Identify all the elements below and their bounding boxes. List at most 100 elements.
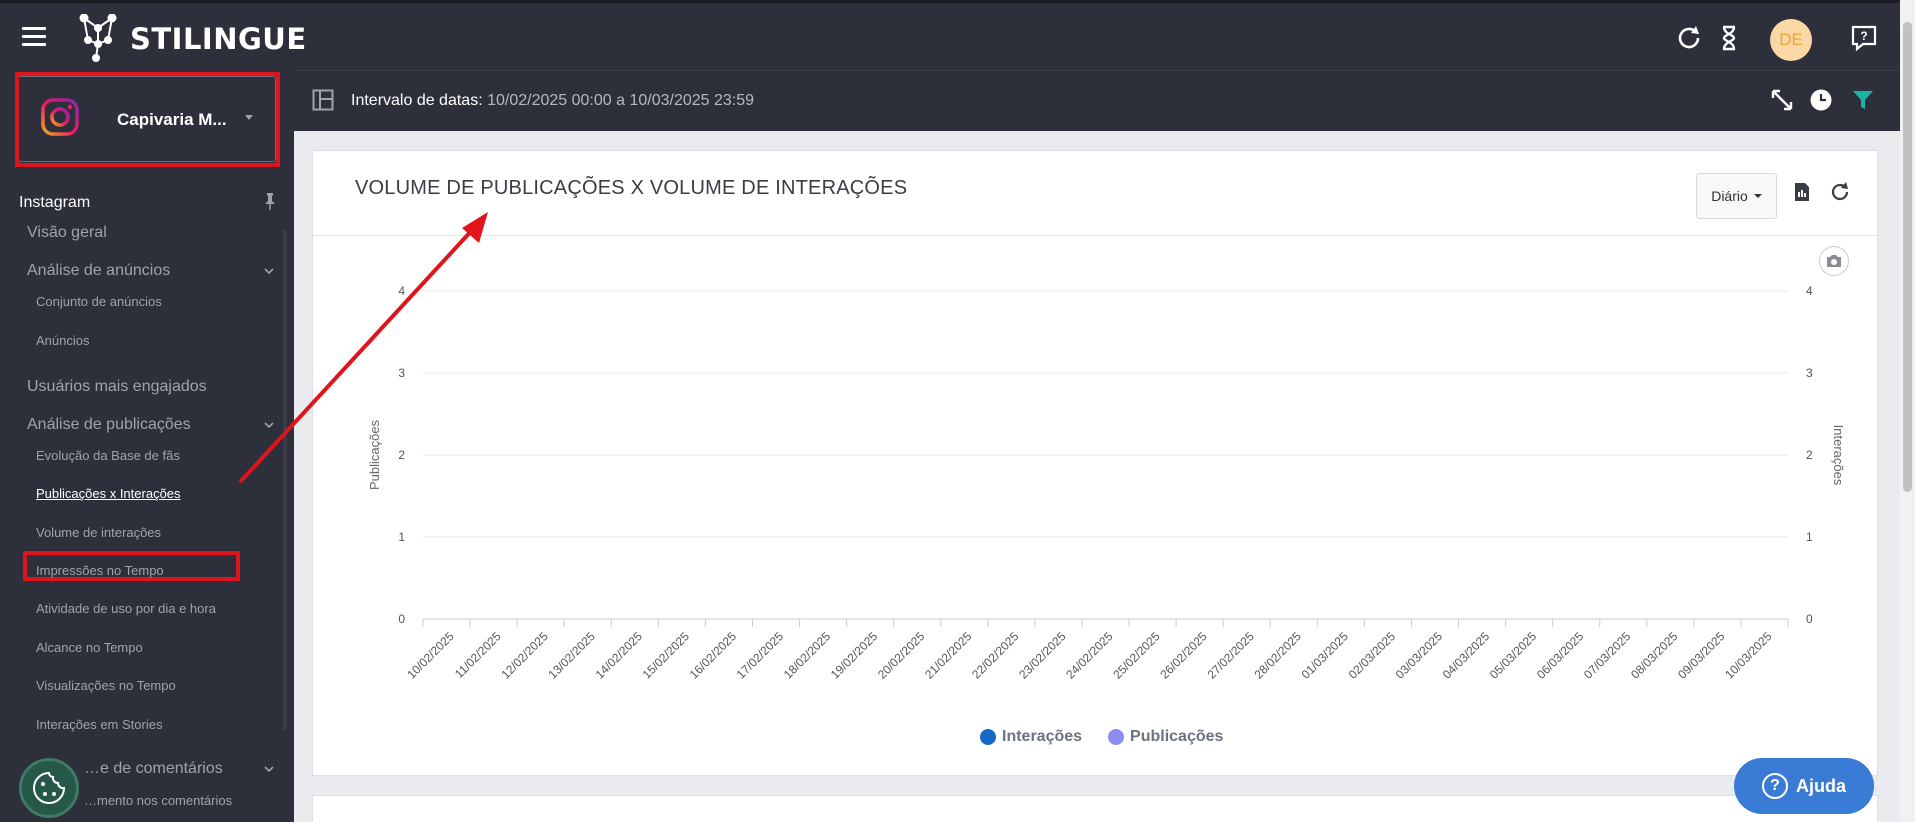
logo-text: STILINGUE <box>130 22 307 56</box>
x-tick-label: 15/02/2025 <box>640 629 693 682</box>
layout-icon[interactable] <box>312 89 334 111</box>
y-tick-label-right: 2 <box>1806 448 1813 462</box>
x-tick-label: 22/02/2025 <box>969 629 1022 682</box>
x-tick-label: 26/02/2025 <box>1157 629 1210 682</box>
x-tick-label: 09/03/2025 <box>1675 629 1728 682</box>
x-tick-label: 08/03/2025 <box>1628 629 1681 682</box>
legend-dot <box>980 729 996 745</box>
sidebar-item-evolucao-base[interactable]: Evolução da Base de fãs <box>36 448 180 463</box>
help-label: Ajuda <box>1795 775 1846 796</box>
chevron-down-icon[interactable] <box>264 266 274 276</box>
x-tick-label: 14/02/2025 <box>593 629 646 682</box>
sidebar-item-interacoes-stories[interactable]: Interações em Stories <box>36 717 162 732</box>
sidebar-item-sentimento-comentarios[interactable]: …mento nos comentários <box>84 793 232 808</box>
legend-item-publicacoes[interactable]: Publicações <box>1108 728 1223 746</box>
x-tick-label: 19/02/2025 <box>828 629 881 682</box>
x-tick-label: 21/02/2025 <box>922 629 975 682</box>
y-tick-label-left: 4 <box>398 284 405 298</box>
y-tick-label-right: 1 <box>1806 530 1813 544</box>
x-tick-label: 13/02/2025 <box>545 629 598 682</box>
y-tick-label-right: 3 <box>1806 366 1813 380</box>
x-tick-label: 20/02/2025 <box>875 629 928 682</box>
x-tick-label: 06/03/2025 <box>1534 629 1587 682</box>
sidebar-item-comentarios[interactable]: …e de comentários <box>84 760 223 778</box>
sidebar-item-publicacoes-interacoes[interactable]: Publicações x Interações <box>36 486 181 501</box>
x-tick-label: 27/02/2025 <box>1204 629 1257 682</box>
caret-down-icon <box>245 115 253 120</box>
y-tick-label-left: 2 <box>398 448 405 462</box>
sidebar-scrollbar[interactable] <box>283 230 287 730</box>
legend-dot <box>1108 729 1125 745</box>
sidebar-section-title: Instagram <box>19 194 91 211</box>
y-axis-title-right: Interações <box>1831 425 1846 486</box>
sidebar-item-analise-anuncios[interactable]: Análise de anúncios <box>27 262 170 280</box>
date-interval[interactable]: Intervalo de datas: 10/02/2025 00:00 a 1… <box>351 92 754 110</box>
sidebar-item-usuarios-engajados[interactable]: Usuários mais engajados <box>27 378 207 396</box>
svg-text:?: ? <box>1860 29 1867 43</box>
chevron-down-icon[interactable] <box>264 764 274 774</box>
y-axis-title-left: Publicações <box>367 419 382 490</box>
x-tick-label: 24/02/2025 <box>1063 629 1116 682</box>
x-tick-label: 17/02/2025 <box>734 629 787 682</box>
account-name: Capivaria M... <box>117 110 227 129</box>
instagram-icon <box>41 98 79 136</box>
help-chat-icon[interactable]: ? <box>1849 23 1879 53</box>
legend-item-interacoes[interactable]: Interações <box>980 728 1082 746</box>
x-tick-label: 23/02/2025 <box>1016 629 1069 682</box>
hourglass-icon[interactable] <box>1714 23 1744 53</box>
x-tick-label: 07/03/2025 <box>1581 629 1634 682</box>
pin-icon[interactable] <box>262 192 278 210</box>
sidebar-item-alcance[interactable]: Alcance no Tempo <box>36 640 143 655</box>
x-tick-label: 28/02/2025 <box>1252 629 1305 682</box>
x-tick-label: 10/03/2025 <box>1722 629 1775 682</box>
y-tick-label-left: 3 <box>398 366 405 380</box>
sidebar-item-volume-interacoes[interactable]: Volume de interações <box>36 525 161 540</box>
y-tick-label-left: 0 <box>398 612 405 626</box>
menu-icon[interactable] <box>22 27 46 46</box>
sidebar-item-conjunto-anuncios[interactable]: Conjunto de anúncios <box>36 294 162 309</box>
chart-plot: 0 0 1 1 2 2 3 3 4 4 Publicações Interações 10/02/202… <box>367 284 1846 682</box>
expand-icon[interactable] <box>1769 87 1795 113</box>
sidebar-item-anuncios[interactable]: Anúncios <box>36 333 89 348</box>
legend-label: Publicações <box>1130 728 1224 745</box>
x-tick-label: 10/02/2025 <box>404 629 457 682</box>
date-interval-label: Intervalo de datas <box>351 92 479 109</box>
chart-legend: Interações Publicações <box>980 728 1223 746</box>
x-tick-label: 25/02/2025 <box>1110 629 1163 682</box>
clock-icon[interactable] <box>1808 87 1834 113</box>
date-interval-value: 10/02/2025 00:00 a 10/03/2025 23:59 <box>482 92 755 109</box>
x-tick-label: 05/03/2025 <box>1487 629 1540 682</box>
avatar[interactable]: DE <box>1770 19 1812 61</box>
x-tick-label: 11/02/2025 <box>452 629 504 681</box>
next-card <box>312 795 1878 822</box>
help-button[interactable]: ? Ajuda <box>1734 758 1874 814</box>
legend-label: Interações <box>1002 728 1083 745</box>
x-tick-label: 03/03/2025 <box>1393 629 1446 682</box>
x-tick-label: 01/03/2025 <box>1299 629 1352 682</box>
sidebar-item-visao-geral[interactable]: Visão geral <box>27 224 107 242</box>
page-scrollbar[interactable] <box>1900 0 1915 822</box>
y-tick-label-right: 0 <box>1806 612 1813 626</box>
sidebar: Capivaria M... Instagram Visão geral Aná… <box>0 70 294 822</box>
x-tick-label: 12/02/2025 <box>498 629 551 682</box>
x-tick-label: 16/02/2025 <box>687 629 740 682</box>
page-scrollbar-thumb[interactable] <box>1903 22 1912 492</box>
sidebar-item-visualizacoes[interactable]: Visualizações no Tempo <box>36 678 176 693</box>
sidebar-item-impressoes[interactable]: Impressões no Tempo <box>36 563 164 578</box>
cookie-settings-button[interactable] <box>19 758 79 818</box>
x-tick-label: 02/03/2025 <box>1346 629 1399 682</box>
question-icon: ? <box>1761 773 1788 799</box>
filter-icon[interactable] <box>1850 87 1876 113</box>
y-tick-label-right: 4 <box>1806 284 1813 298</box>
chart-card: VOLUME DE PUBLICAÇÕES X VOLUME DE INTERA… <box>312 150 1878 776</box>
sidebar-item-analise-publicacoes[interactable]: Análise de publicações <box>27 416 191 434</box>
filter-bar: Intervalo de datas: 10/02/2025 00:00 a 1… <box>294 70 1900 131</box>
sidebar-item-atividade-uso[interactable]: Atividade de uso por dia e hora <box>36 601 216 616</box>
logo-icon <box>79 14 117 62</box>
account-selector[interactable]: Capivaria M... <box>18 76 276 162</box>
refresh-icon[interactable] <box>1674 23 1704 53</box>
x-tick-label: 04/03/2025 <box>1440 629 1493 682</box>
x-tick-label: 18/02/2025 <box>781 629 834 682</box>
chevron-down-icon[interactable] <box>264 420 274 430</box>
top-bar: STILINGUE DE ? <box>0 0 1900 70</box>
